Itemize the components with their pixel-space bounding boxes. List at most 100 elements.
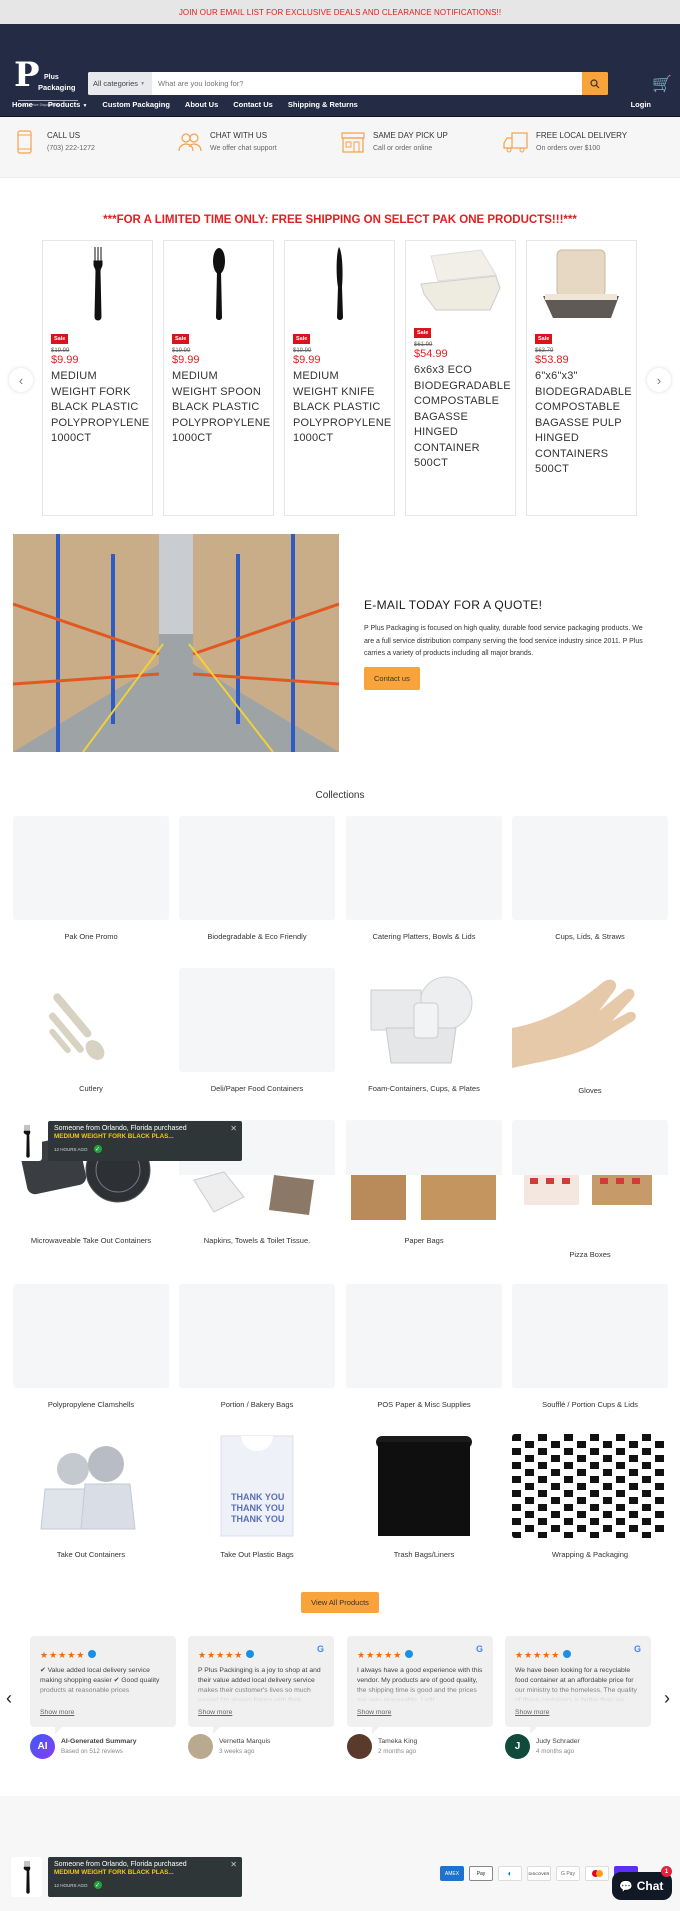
collection-item[interactable]: Foam-Containers, Cups, & Plates [346,968,502,1093]
product-title[interactable]: MEDIUM WEIGHT SPOON BLACK PLASTIC POLYPR… [172,369,270,447]
nav-products[interactable]: Products ▼ [48,100,88,109]
close-icon[interactable]: ✕ [230,1860,237,1869]
collection-image [346,1284,502,1388]
avatar: J [505,1734,530,1759]
collection-item[interactable]: Polypropylene Clamshells [13,1284,169,1409]
diners-icon: ◐ [498,1866,522,1881]
divider [0,116,680,117]
star-rating: ★★★★★ [357,1650,403,1660]
show-more-link[interactable]: Show more [357,1709,391,1716]
review-author: AI AI-Generated Summary Based on 512 revi… [30,1734,137,1759]
category-select[interactable]: All categories ▼ [88,72,152,95]
feature-pickup[interactable]: SAME DAY PICK UP Call or order online [340,116,503,177]
collection-item[interactable]: THANK YOU THANK YOU THANK YOU Take Out Plas… [179,1434,335,1559]
collection-image [13,1434,169,1538]
nav-home[interactable]: Home [12,100,33,109]
product-title[interactable]: 6x6x3 ECO BIODEGRADABLE COMPOSTABLE BAGA… [414,363,511,472]
check-icon: ✓ [93,1881,102,1889]
check-icon: ✓ [93,1145,102,1153]
collection-item[interactable]: Take Out Containers [13,1434,169,1559]
view-all-products-button[interactable]: View All Products [301,1592,379,1613]
show-more-link[interactable]: Show more [40,1709,74,1716]
product-card[interactable]: Sale $61.99 $54.99 6x6x3 ECO BIODEGRADAB… [405,240,516,516]
announcement-bar[interactable]: JOIN OUR EMAIL LIST FOR EXCLUSIVE DEALS … [0,0,680,24]
purchase-notification[interactable]: Someone from Orlando, Florida purchased … [11,1857,242,1897]
collection-item[interactable]: Gloves [512,968,668,1095]
product-title[interactable]: MEDIUM WEIGHT FORK BLACK PLASTIC POLYPRO… [51,369,149,447]
collection-item[interactable]: Catering Platters, Bowls & Lids [346,816,502,941]
collection-item[interactable]: Cups, Lids, & Straws [512,816,668,941]
search-input[interactable] [152,72,582,95]
collection-item[interactable]: Portion / Bakery Bags [179,1284,335,1409]
product-card[interactable]: Sale $63.79 $53.89 6"x6"x3" BIODEGRADABL… [526,240,637,516]
feature-call[interactable]: CALL US (703) 222-1272 [14,116,177,177]
sale-badge: Sale [414,328,432,338]
search-icon [590,78,600,88]
chat-button[interactable]: 💬 Chat 1 [612,1866,672,1900]
nav-about-us[interactable]: About Us [185,100,218,109]
review-author: Tameka King 2 months ago [347,1734,417,1759]
collection-item[interactable]: POS Paper & Misc Supplies [346,1284,502,1409]
collection-item[interactable]: Pak One Promo [13,816,169,941]
login-link[interactable]: Login [631,100,651,109]
close-icon[interactable]: ✕ [230,1124,237,1133]
product-image [527,241,636,327]
store-icon [341,132,365,153]
quote-title: E-MAIL TODAY FOR A QUOTE! [364,598,543,612]
product-card[interactable]: Sale $19.99 $9.99 MEDIUM WEIGHT SPOON BL… [163,240,274,516]
show-more-link[interactable]: Show more [515,1709,549,1716]
collection-image [179,1284,335,1388]
carousel-next-button[interactable]: › [647,368,671,392]
notification-badge: 1 [661,1866,672,1877]
collection-image [346,968,502,1072]
collection-item[interactable]: Deli/Paper Food Containers [179,968,335,1093]
nav-shipping-returns[interactable]: Shipping & Returns [288,100,358,109]
product-card[interactable]: Sale $19.99 $9.99 MEDIUM WEIGHT FORK BLA… [42,240,153,516]
star-rating: ★★★★★ [40,1650,86,1660]
search-button[interactable] [582,72,608,95]
sale-price: $54.99 [414,348,448,360]
cart-icon[interactable]: 🛒 [652,74,672,94]
carousel-prev-button[interactable]: ‹ [9,368,33,392]
product-title[interactable]: MEDIUM WEIGHT KNIFE BLACK PLASTIC POLYPR… [293,369,391,447]
product-card[interactable]: Sale $19.99 $9.99 MEDIUM WEIGHT KNIFE BL… [284,240,395,516]
svg-text:THANK YOU: THANK YOU [231,1503,284,1513]
collection-item[interactable]: Soufflé / Portion Cups & Lids [512,1284,668,1409]
collection-item[interactable]: Pizza Boxes [512,1120,668,1259]
product-image [285,241,394,327]
collections-title: Collections [315,790,365,801]
search-bar: All categories ▼ [88,72,608,95]
collection-item[interactable]: Wrapping & Packaging [512,1434,668,1559]
collection-image [13,968,169,1072]
collection-image [179,968,335,1072]
collection-image [13,1284,169,1388]
collection-image [346,1434,502,1538]
features-bar: CALL US (703) 222-1272 CHAT WITH US We off… [0,116,680,178]
feature-chat[interactable]: CHAT WITH US We offer chat support [177,116,340,177]
product-carousel: ‹ Sale $19.99 $9.99 MEDIUM WEIGHT FORK B… [0,240,680,520]
purchase-notification[interactable]: Someone from Orlando, Florida purchased … [11,1121,242,1161]
collection-item[interactable]: Trash Bags/Liners [346,1434,502,1559]
reviews-prev-button[interactable]: ‹ [6,1688,12,1709]
collection-image [512,816,668,920]
collection-item[interactable]: Biodegradable & Eco Friendly [179,816,335,941]
collection-image [346,816,502,920]
collection-item[interactable]: Paper Bags [346,1120,502,1245]
chevron-left-icon: ‹ [18,372,24,388]
feature-delivery[interactable]: FREE LOCAL DELIVERY On orders over $100 [503,116,666,177]
sale-badge: Sale [293,334,311,344]
show-more-link[interactable]: Show more [198,1709,232,1716]
chat-bubble-icon: 💬 [619,1880,633,1893]
quote-section: E-MAIL TODAY FOR A QUOTE! P Plus Packagi… [0,534,680,764]
review-author: Vernetta Marquis 3 weeks ago [188,1734,270,1759]
reviews-next-button[interactable]: › [664,1688,670,1709]
phone-icon [17,130,32,154]
collection-item[interactable]: Cutlery [13,968,169,1093]
nav-custom-packaging[interactable]: Custom Packaging [102,100,170,109]
product-title[interactable]: 6"x6"x3" BIODEGRADABLE COMPOSTABLE BAGAS… [535,369,632,478]
contact-us-button[interactable]: Contact us [364,666,420,690]
chevron-right-icon: › [656,372,662,388]
google-pay-icon: G Pay [556,1866,580,1881]
nav-contact-us[interactable]: Contact Us [233,100,273,109]
sale-price: $9.99 [51,354,79,366]
